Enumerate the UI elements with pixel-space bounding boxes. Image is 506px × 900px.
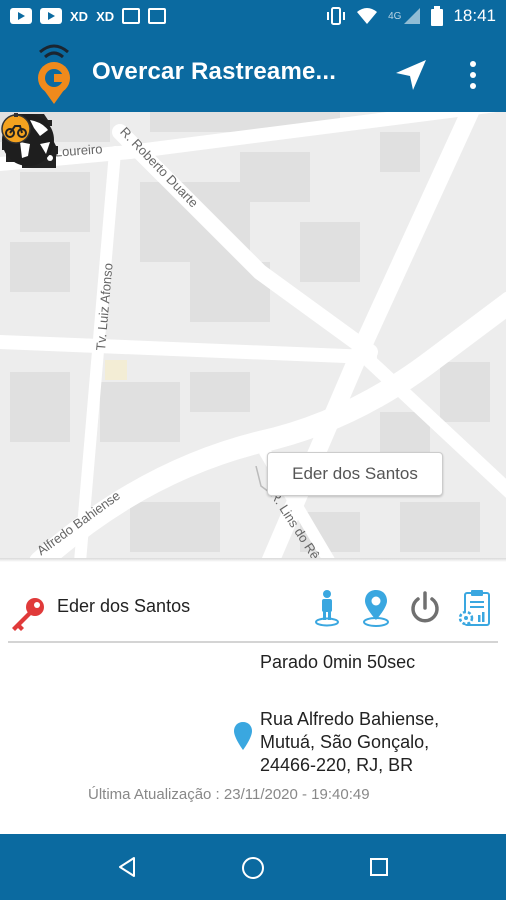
youtube-icon [40,8,62,24]
image-icon [122,8,141,24]
motorcycle-marker-icon[interactable] [0,112,32,144]
address-line: 24466-220, RJ, BR [260,755,414,775]
address-line: Mutuá, São Gonçalo, [260,732,430,752]
vehicle-panel: Eder dos Santos Parado 0min 50sec Rua Al… [0,558,506,834]
home-icon[interactable] [241,856,265,880]
map-view[interactable]: R. Gen. Loureiro R. Roberto Duarte Tv. L… [0,112,506,558]
report-settings-icon[interactable] [456,588,494,628]
vehicle-name: Eder dos Santos [57,596,191,616]
address-line: Rua Alfredo Bahiense, [260,709,440,729]
calendar-icon [148,8,167,24]
location-pin-icon [234,722,252,750]
logo-icon [38,44,70,104]
power-icon[interactable] [408,588,442,628]
vehicle-address: Rua Alfredo Bahiense, Mutuá, São Gonçalo… [260,708,439,777]
back-icon[interactable] [116,856,138,878]
battery-icon [431,6,444,26]
status-bar: XD XD 4G 18:41 [0,0,506,36]
map-pin-icon[interactable] [362,588,390,628]
xd-icon: XD [70,8,89,24]
clock: 18:41 [453,6,496,25]
network-label: 4G [388,10,402,22]
wifi-icon [357,8,378,24]
recents-icon[interactable] [369,857,389,877]
vibrate-icon [327,7,346,25]
more-vertical-icon[interactable] [466,58,480,92]
navigation-arrow-icon[interactable] [392,56,430,94]
app-bar: Overcar Rastreame... [0,36,506,112]
system-nav-bar [0,834,506,900]
youtube-icon [10,8,32,24]
app-title: Overcar Rastreame... [92,58,337,85]
panel-shadow [0,558,506,562]
last-update: Última Atualização : 23/11/2020 - 19:40:… [88,786,370,803]
marker-callout[interactable]: Eder dos Santos [267,452,443,496]
xd-icon: XD [96,8,115,24]
signal-icon [404,8,421,24]
person-location-icon[interactable] [314,588,340,628]
vehicle-status: Parado 0min 50sec [260,652,416,672]
key-icon [12,598,44,631]
divider [8,641,498,643]
